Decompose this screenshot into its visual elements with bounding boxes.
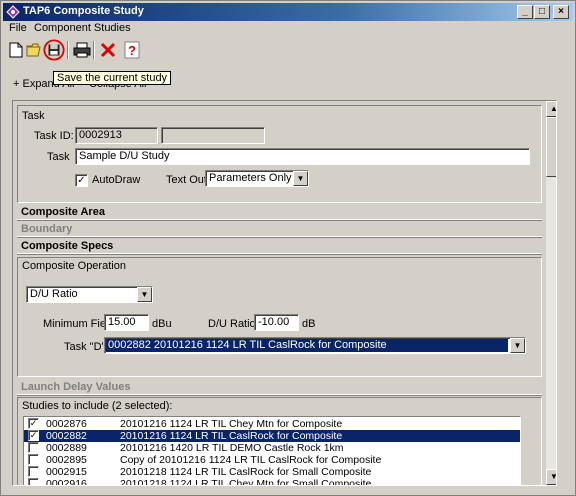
- study-row[interactable]: 0002915 20101218 1124 LR TIL CaslRock fo…: [24, 466, 520, 478]
- save-tooltip: Save the current study: [53, 71, 172, 85]
- delete-button[interactable]: [97, 39, 119, 61]
- study-id: 0002876: [46, 418, 87, 430]
- minimize-button[interactable]: _: [517, 5, 533, 19]
- study-checkbox[interactable]: [28, 478, 39, 485]
- autodraw-checkbox[interactable]: ✓: [75, 174, 88, 187]
- new-document-icon: [9, 42, 23, 58]
- window-title: TAP6 Composite Study: [23, 5, 144, 17]
- menu-file[interactable]: File: [9, 22, 27, 34]
- study-row[interactable]: ✓ 0002882 20101216 1124 LR TIL CaslRock …: [24, 430, 520, 442]
- printer-icon: [73, 42, 91, 58]
- studies-list: ✓ 0002876 20101216 1124 LR TIL Chey Mtn …: [23, 416, 521, 486]
- minimum-field-unit: dBu: [152, 318, 172, 330]
- composite-operation-heading: Composite Operation: [22, 260, 126, 272]
- task-id-extra-field: [161, 127, 265, 144]
- study-checkbox[interactable]: ✓: [28, 418, 39, 429]
- chevron-down-icon[interactable]: ▼: [293, 171, 308, 186]
- vertical-scrollbar[interactable]: ▲ ▼: [546, 101, 556, 485]
- studies-label: Studies to include (2 selected):: [22, 400, 173, 412]
- app-window: TAP6 Composite Study _ □ × File Componen…: [0, 0, 576, 496]
- du-ratio-label: D/U Ratio: [208, 318, 256, 330]
- scroll-up-icon[interactable]: ▲: [546, 101, 556, 117]
- composite-operation-select[interactable]: D/U Ratio ▼: [26, 286, 153, 303]
- study-name: Copy of 20101216 1124 LR TIL CaslRock fo…: [120, 454, 382, 466]
- svg-text:?: ?: [128, 43, 136, 58]
- help-icon: ?: [124, 41, 140, 59]
- study-id: 0002895: [46, 454, 87, 466]
- study-id: 0002915: [46, 466, 87, 478]
- save-button[interactable]: [43, 39, 65, 61]
- autodraw-label: AutoDraw: [92, 174, 141, 186]
- composite-operation-group: Composite Operation D/U Ratio ▼ Minimum …: [17, 257, 542, 377]
- close-button[interactable]: ×: [553, 5, 569, 19]
- app-icon: [6, 5, 20, 19]
- task-group: Task Task ID: 0002913 Task Sample D/U St…: [17, 105, 542, 203]
- study-id: 0002916: [46, 478, 87, 486]
- chevron-down-icon[interactable]: ▼: [137, 287, 152, 302]
- chevron-down-icon[interactable]: ▼: [510, 338, 525, 353]
- scroll-thumb[interactable]: [546, 117, 556, 177]
- du-ratio-unit: dB: [302, 318, 316, 330]
- help-button[interactable]: ?: [121, 39, 143, 61]
- task-d-label: Task "D": [64, 341, 106, 353]
- text-out-value: Parameters Only: [209, 172, 292, 184]
- boundary-section[interactable]: Boundary: [17, 223, 542, 237]
- print-button[interactable]: [71, 39, 93, 61]
- study-name: 20101218 1124 LR TIL Chey Mtn for Small …: [120, 478, 372, 486]
- composite-specs-section[interactable]: Composite Specs: [17, 240, 542, 254]
- task-d-value: 0002882 20101216 1124 LR TIL CaslRock fo…: [106, 339, 508, 352]
- study-panel: Task Task ID: 0002913 Task Sample D/U St…: [12, 100, 557, 486]
- scroll-down-icon[interactable]: ▼: [546, 469, 556, 485]
- study-checkbox[interactable]: ✓: [28, 430, 39, 441]
- task-id-label: Task ID:: [34, 130, 74, 142]
- toolbar-separator: [67, 41, 69, 59]
- save-disk-icon: [43, 39, 65, 61]
- maximize-button[interactable]: □: [534, 5, 550, 19]
- toolbar-separator: [93, 41, 95, 59]
- launch-delay-section[interactable]: Launch Delay Values: [17, 381, 542, 395]
- study-id: 0002889: [46, 442, 87, 454]
- study-name: 20101218 1124 LR TIL CaslRock for Small …: [120, 466, 372, 478]
- du-ratio-input[interactable]: -10.00: [254, 314, 299, 331]
- study-checkbox[interactable]: [28, 454, 39, 465]
- study-name: 20101216 1124 LR TIL Chey Mtn for Compos…: [120, 418, 343, 430]
- toolbar: ?: [3, 39, 573, 61]
- open-folder-icon: [26, 43, 41, 57]
- text-out-label: Text Out:: [166, 174, 211, 186]
- study-row[interactable]: 0002916 20101218 1124 LR TIL Chey Mtn fo…: [24, 478, 520, 486]
- text-out-select[interactable]: Parameters Only ▼: [205, 170, 309, 187]
- task-d-select[interactable]: 0002882 20101216 1124 LR TIL CaslRock fo…: [104, 337, 526, 354]
- study-row[interactable]: 0002895 Copy of 20101216 1124 LR TIL Cas…: [24, 454, 520, 466]
- study-name: 20101216 1420 LR TIL DEMO Castle Rock 1k…: [120, 442, 344, 454]
- delete-x-icon: [100, 42, 116, 58]
- study-checkbox[interactable]: [28, 442, 39, 453]
- study-row[interactable]: ✓ 0002876 20101216 1124 LR TIL Chey Mtn …: [24, 418, 520, 430]
- task-label: Task: [47, 151, 70, 163]
- menu-component-studies[interactable]: Component Studies: [34, 22, 131, 34]
- title-bar[interactable]: TAP6 Composite Study _ □ ×: [3, 3, 573, 21]
- composite-area-section[interactable]: Composite Area: [17, 206, 542, 220]
- study-name: 20101216 1124 LR TIL CaslRock for Compos…: [120, 430, 343, 442]
- study-row[interactable]: 0002889 20101216 1420 LR TIL DEMO Castle…: [24, 442, 520, 454]
- task-heading: Task: [22, 110, 45, 122]
- task-id-field: 0002913: [75, 127, 158, 144]
- composite-operation-value: D/U Ratio: [30, 288, 78, 300]
- task-name-input[interactable]: Sample D/U Study: [75, 148, 530, 165]
- minimum-field-input[interactable]: 15.00: [104, 314, 149, 331]
- menu-bar: File Component Studies: [3, 21, 573, 37]
- study-checkbox[interactable]: [28, 466, 39, 477]
- study-id: 0002882: [46, 430, 87, 442]
